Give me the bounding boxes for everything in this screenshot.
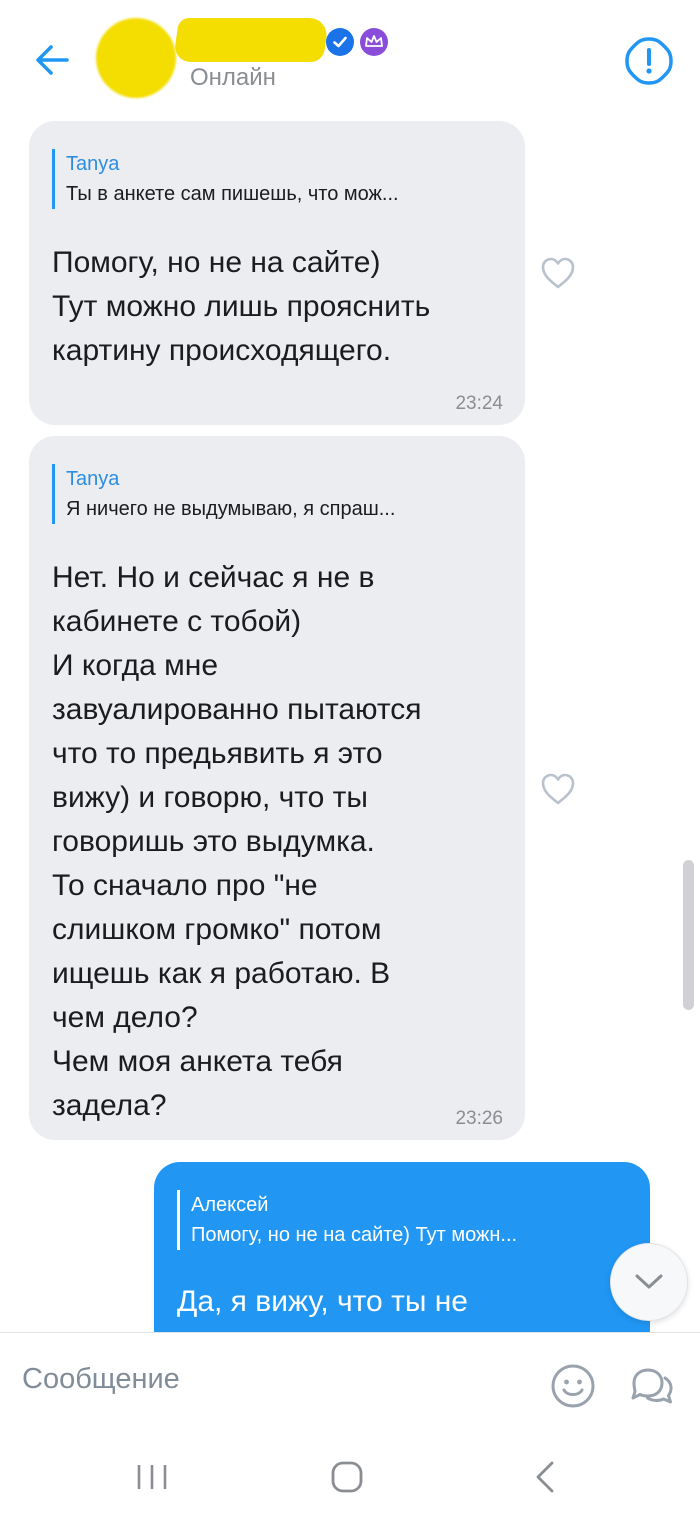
back-nav-icon[interactable]: [530, 1460, 560, 1494]
message-time: 23:24: [455, 393, 503, 414]
chevron-down-icon: [635, 1274, 663, 1289]
verified-badge-icon: [326, 28, 354, 56]
message-text: Нет. Но и сейчас я не в кабинете с тобой…: [52, 561, 422, 1122]
scroll-to-bottom-button[interactable]: [610, 1243, 688, 1321]
heart-icon[interactable]: [540, 256, 576, 290]
message-text: Да, я вижу, что ты не: [177, 1285, 468, 1318]
crown-icon: [360, 28, 388, 56]
incoming-message[interactable]: Tanya Я ничего не выдумываю, я спраш... …: [29, 436, 525, 1140]
recent-apps-icon[interactable]: [134, 1462, 170, 1492]
quote-author: Алексей: [191, 1194, 269, 1216]
message-text: Помогу, но не на сайте) Тут можно лишь п…: [52, 246, 431, 367]
avatar[interactable]: [96, 18, 176, 98]
quote-text: Помогу, но не на сайте) Тут можн...: [191, 1224, 518, 1246]
quote-text: Я ничего не выдумываю, я спраш...: [66, 498, 396, 520]
message-input[interactable]: Сообщение: [22, 1363, 180, 1396]
quote-author: Tanya: [66, 468, 120, 490]
chat-bubbles-icon[interactable]: [628, 1363, 676, 1409]
scrollbar[interactable]: [683, 860, 694, 1010]
back-button[interactable]: [28, 36, 76, 84]
message-list[interactable]: Tanya Ты в анкете сам пишешь, что мож...…: [0, 120, 700, 1332]
contact-name-redacted[interactable]: [172, 18, 330, 62]
arrow-left-icon: [36, 45, 69, 75]
message-composer: Сообщение: [0, 1332, 700, 1432]
report-button[interactable]: [624, 36, 674, 86]
emoji-icon[interactable]: [550, 1363, 596, 1409]
outgoing-message[interactable]: Алексей Помогу, но не на сайте) Тут можн…: [154, 1162, 650, 1332]
reply-quote[interactable]: Tanya Ты в анкете сам пишешь, что мож...: [52, 149, 399, 209]
incoming-message[interactable]: Tanya Ты в анкете сам пишешь, что мож...…: [29, 121, 525, 425]
message-time: 23:26: [455, 1108, 503, 1129]
chat-header: Онлайн: [0, 0, 700, 120]
home-icon[interactable]: [330, 1460, 364, 1494]
system-navigation-bar: [0, 1432, 700, 1520]
heart-icon[interactable]: [540, 772, 576, 806]
quote-text: Ты в анкете сам пишешь, что мож...: [66, 183, 399, 205]
quote-author: Tanya: [66, 153, 120, 175]
reply-quote[interactable]: Tanya Я ничего не выдумываю, я спраш...: [52, 464, 395, 524]
exclamation-circle-icon: [625, 37, 673, 85]
online-status: Онлайн: [190, 64, 276, 91]
reply-quote[interactable]: Алексей Помогу, но не на сайте) Тут можн…: [177, 1190, 517, 1250]
